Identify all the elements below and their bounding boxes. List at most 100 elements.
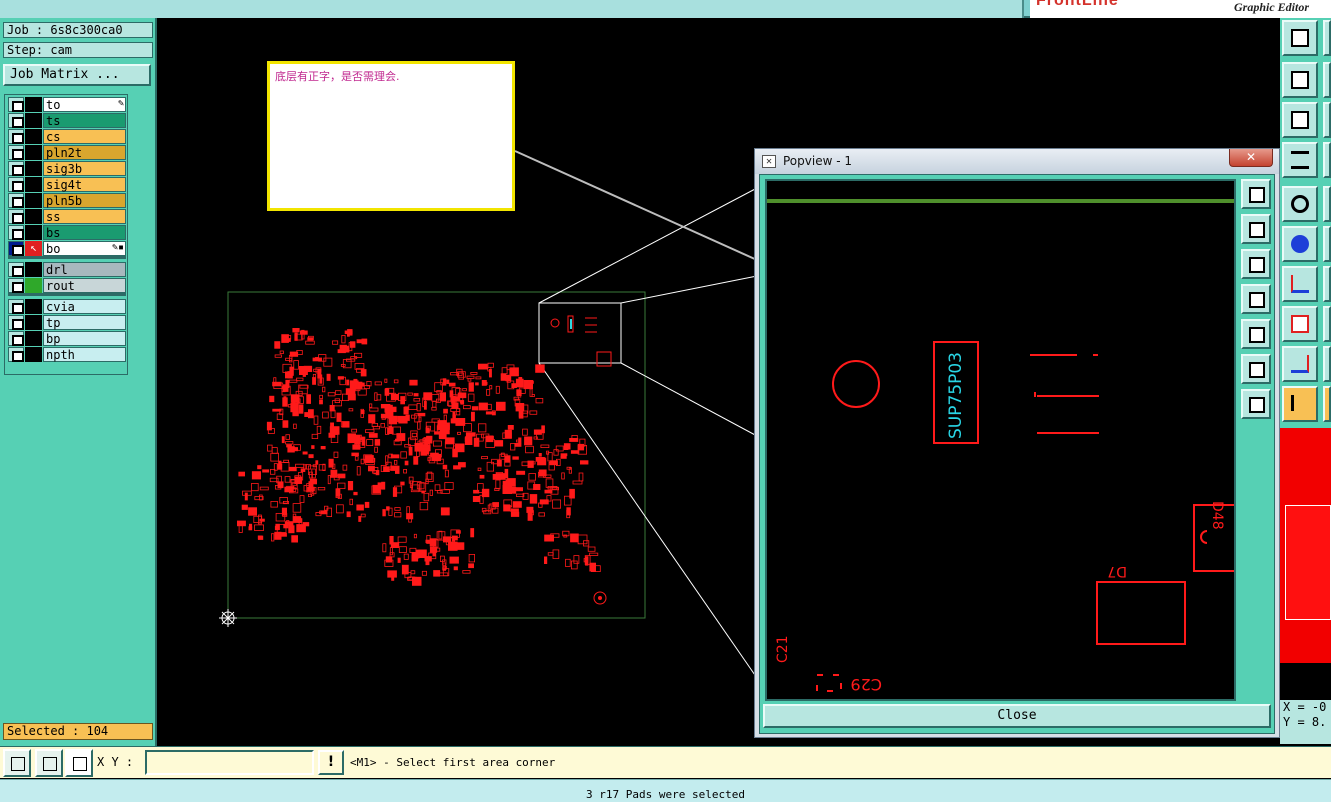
- zoom-area-button[interactable]: [3, 749, 31, 777]
- layer-status[interactable]: [25, 161, 42, 176]
- popview-tool-pan-right[interactable]: [1241, 319, 1271, 349]
- layer-checkbox[interactable]: [8, 262, 24, 277]
- tool-snap[interactable]: [1282, 306, 1318, 342]
- layer-row-bs[interactable]: bs: [8, 225, 126, 240]
- tool-partial-9[interactable]: [1323, 346, 1331, 382]
- tool-partial-5[interactable]: [1323, 186, 1331, 222]
- tool-partial-6[interactable]: [1323, 226, 1331, 262]
- layer-checkbox[interactable]: [8, 315, 24, 330]
- tool-partial-7[interactable]: [1323, 266, 1331, 302]
- layer-status[interactable]: [25, 315, 42, 330]
- layer-row-to[interactable]: to ✎: [8, 97, 126, 112]
- layer-name[interactable]: pln2t: [43, 145, 126, 160]
- tool-partial-3[interactable]: [1323, 102, 1331, 138]
- layer-status[interactable]: [25, 299, 42, 314]
- popview-tool-zoom-in[interactable]: [1241, 179, 1271, 209]
- tool-partial-2[interactable]: [1323, 62, 1331, 98]
- tool-partial-4[interactable]: [1323, 142, 1331, 178]
- tool-pointer[interactable]: [1282, 386, 1318, 422]
- layer-status[interactable]: [25, 129, 42, 144]
- layer-checkbox[interactable]: [8, 278, 24, 293]
- popview-view[interactable]: SUP75P03 D7 D48 C21 C29: [765, 179, 1236, 701]
- layer-name[interactable]: sig3b: [43, 161, 126, 176]
- tool-partial-1[interactable]: [1323, 20, 1331, 56]
- layer-name[interactable]: sig4t: [43, 177, 126, 192]
- layer-name[interactable]: ss: [43, 209, 126, 224]
- layer-checkbox[interactable]: [8, 129, 24, 144]
- layer-status[interactable]: [25, 193, 42, 208]
- tool-select[interactable]: [1282, 186, 1318, 222]
- layer-checkbox[interactable]: [8, 299, 24, 314]
- popview-tool-zoom-out[interactable]: [1241, 354, 1271, 384]
- layer-row-npth[interactable]: npth: [8, 347, 126, 362]
- layer-row-bo[interactable]: ↖ bo ✎▪: [8, 241, 126, 256]
- layer-name[interactable]: drl: [43, 262, 126, 277]
- layer-name[interactable]: npth: [43, 347, 126, 362]
- layer-checkbox[interactable]: [8, 331, 24, 346]
- grid-button[interactable]: [65, 749, 93, 777]
- job-matrix-button[interactable]: Job Matrix ...: [3, 64, 151, 86]
- window-close-button[interactable]: ✕: [1229, 149, 1273, 167]
- layer-checkbox[interactable]: [8, 97, 24, 112]
- xy-input[interactable]: [145, 750, 314, 775]
- layer-status[interactable]: [25, 113, 42, 128]
- popview-tool-pan-left[interactable]: [1241, 284, 1271, 314]
- layer-status[interactable]: [25, 145, 42, 160]
- layer-status[interactable]: [25, 97, 42, 112]
- layer-name[interactable]: bp: [43, 331, 126, 346]
- layer-name[interactable]: to: [43, 97, 126, 112]
- layer-row-pln5b[interactable]: pln5b: [8, 193, 126, 208]
- layer-row-rout[interactable]: rout: [8, 278, 126, 293]
- layer-name[interactable]: ts: [43, 113, 126, 128]
- layer-row-ts[interactable]: ts: [8, 113, 126, 128]
- layer-row-drl[interactable]: drl: [8, 262, 126, 277]
- layer-status[interactable]: [25, 331, 42, 346]
- layer-name[interactable]: tp: [43, 315, 126, 330]
- measure-button[interactable]: [35, 749, 63, 777]
- layer-status[interactable]: [25, 209, 42, 224]
- layer-status[interactable]: [25, 278, 42, 293]
- layer-row-pln2t[interactable]: pln2t: [8, 145, 126, 160]
- layer-row-cvia[interactable]: cvia: [8, 299, 126, 314]
- popview-window[interactable]: ✕ Popview - 1 ✕ SUP75P03 D7 D48 C21 C29 …: [754, 148, 1280, 738]
- layer-status[interactable]: [25, 225, 42, 240]
- layer-row-bp[interactable]: bp: [8, 331, 126, 346]
- layer-status[interactable]: [25, 262, 42, 277]
- popview-close-button[interactable]: Close: [763, 704, 1271, 728]
- alert-button[interactable]: !: [318, 750, 344, 775]
- layer-checkbox[interactable]: [8, 113, 24, 128]
- tool-partial-10[interactable]: [1323, 386, 1331, 422]
- popview-tool-pan-up[interactable]: [1241, 214, 1271, 244]
- layer-status[interactable]: [25, 177, 42, 192]
- layer-checkbox[interactable]: [8, 241, 24, 256]
- layer-row-cs[interactable]: cs: [8, 129, 126, 144]
- layer-checkbox[interactable]: [8, 193, 24, 208]
- tool-page-up[interactable]: [1282, 20, 1318, 56]
- layer-row-sig4t[interactable]: sig4t: [8, 177, 126, 192]
- tool-settings[interactable]: [1282, 142, 1318, 178]
- tool-fit-view[interactable]: [1282, 102, 1318, 138]
- layer-name[interactable]: bs: [43, 225, 126, 240]
- layer-checkbox[interactable]: [8, 209, 24, 224]
- layer-name[interactable]: cs: [43, 129, 126, 144]
- layer-checkbox[interactable]: [8, 145, 24, 160]
- layer-checkbox[interactable]: [8, 225, 24, 240]
- work-layer-arrow-icon[interactable]: ↖: [25, 241, 42, 256]
- layer-row-sig3b[interactable]: sig3b: [8, 161, 126, 176]
- layer-checkbox[interactable]: [8, 347, 24, 362]
- layer-checkbox[interactable]: [8, 177, 24, 192]
- layer-name[interactable]: cvia: [43, 299, 126, 314]
- layer-row-ss[interactable]: ss: [8, 209, 126, 224]
- tool-measure[interactable]: [1282, 266, 1318, 302]
- tool-connect[interactable]: [1282, 226, 1318, 262]
- layer-name[interactable]: pln5b: [43, 193, 126, 208]
- layer-checkbox[interactable]: [8, 161, 24, 176]
- layer-name[interactable]: rout: [43, 278, 126, 293]
- tool-page-left[interactable]: [1282, 62, 1318, 98]
- tool-partial-8[interactable]: [1323, 306, 1331, 342]
- popview-tool-pan-down[interactable]: [1241, 249, 1271, 279]
- layer-status[interactable]: [25, 347, 42, 362]
- layer-row-tp[interactable]: tp: [8, 315, 126, 330]
- popview-tool-fit[interactable]: [1241, 389, 1271, 419]
- tool-triangle[interactable]: [1282, 346, 1318, 382]
